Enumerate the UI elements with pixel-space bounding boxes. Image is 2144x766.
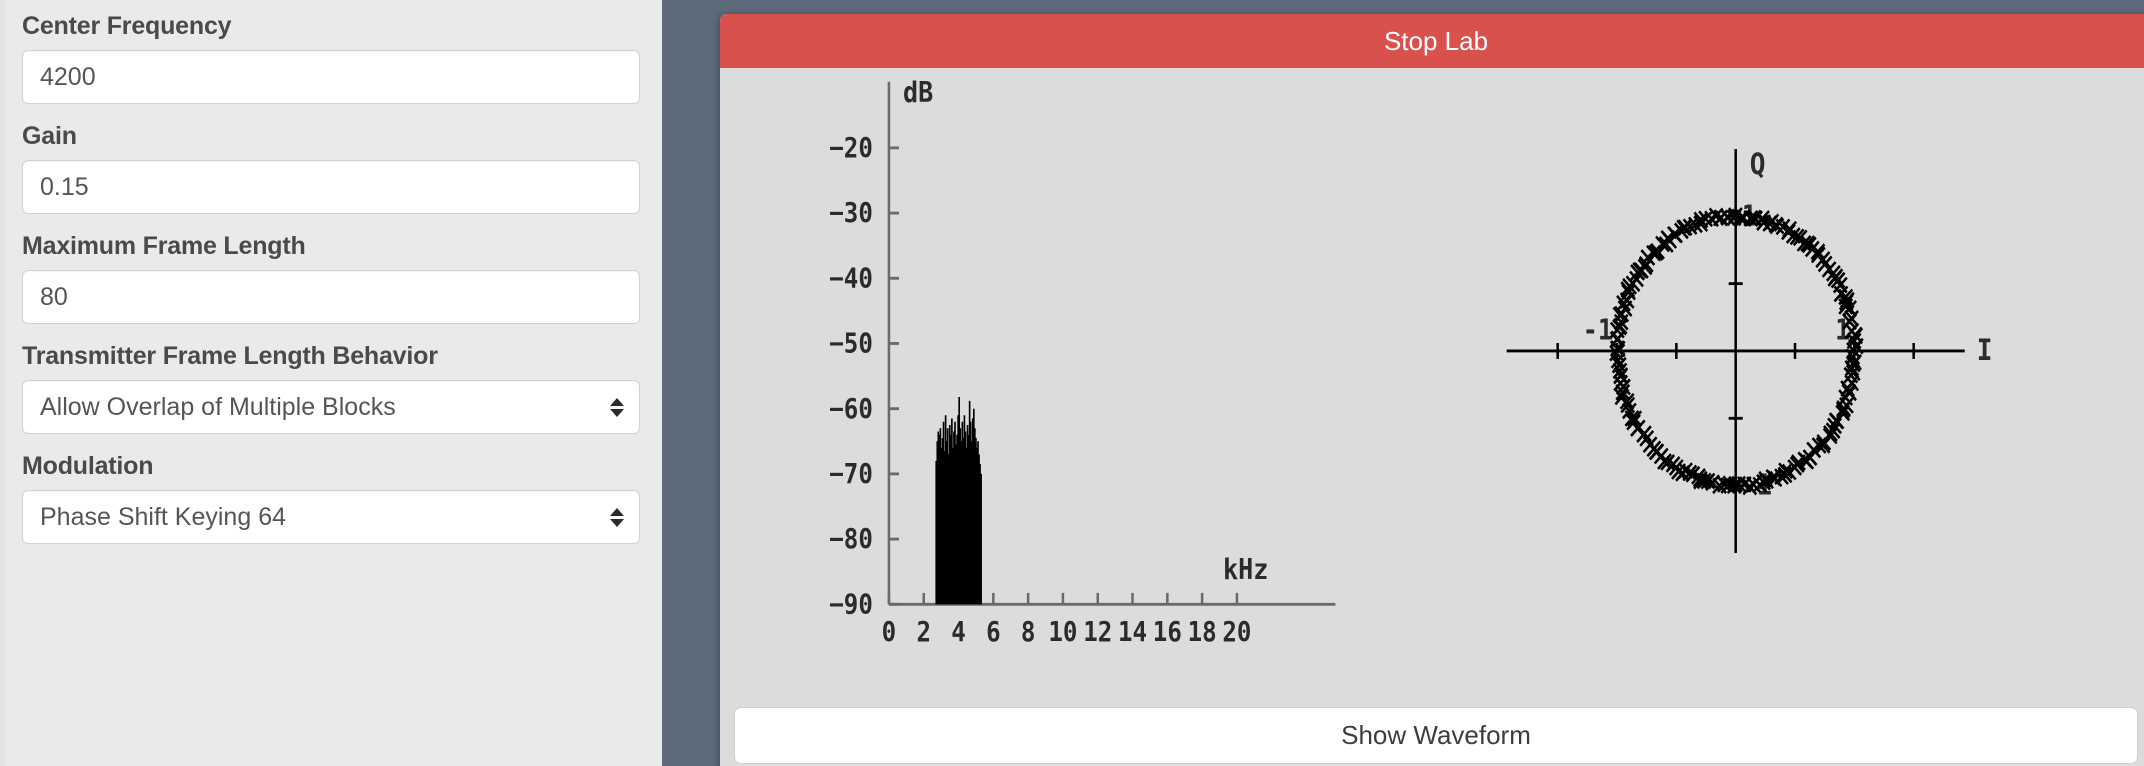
modulation-select[interactable]: Phase Shift Keying 64	[22, 490, 640, 544]
x-tick-label: 2	[916, 616, 931, 648]
stop-lab-label: Stop Lab	[1383, 25, 1489, 56]
sidebar-left-edge	[0, 0, 5, 766]
y-tick-label: −40	[829, 263, 873, 295]
select-stepper-icon-2	[610, 502, 624, 532]
x-tick-label: 20	[1222, 616, 1251, 648]
x-tick-label: 10	[1048, 616, 1077, 648]
gain-input[interactable]	[22, 160, 640, 214]
spectrum-body	[935, 483, 982, 605]
settings-sidebar: Center Frequency Gain Maximum Frame Leng…	[0, 0, 662, 766]
field-gain: Gain	[22, 110, 640, 214]
y-tick-label: −50	[829, 328, 873, 360]
select-stepper-icon	[610, 392, 624, 422]
x-tick-label: 12	[1083, 616, 1112, 648]
field-maximum-frame-length: Maximum Frame Length	[22, 220, 640, 324]
panel-footer: Show Waveform	[720, 707, 2144, 766]
chevron-down-icon-2	[610, 518, 624, 527]
y-tick-label: −90	[829, 589, 873, 621]
x-tick-label: 4	[951, 616, 966, 648]
x-tick-label: 18	[1188, 616, 1217, 648]
x-tick-label: 16	[1153, 616, 1182, 648]
field-label-maximum-frame-length: Maximum Frame Length	[22, 232, 306, 260]
x-tick-label: 14	[1118, 616, 1147, 648]
maximum-frame-length-input[interactable]	[22, 270, 640, 324]
field-center-frequency: Center Frequency	[22, 0, 640, 104]
y-tick-label: −70	[829, 459, 873, 491]
field-label-modulation: Modulation	[22, 452, 154, 480]
chevron-up-icon	[610, 397, 624, 406]
y-axis-label: dB	[903, 77, 933, 110]
x-tick-label: 6	[986, 616, 1001, 648]
lab-panel: Stop Lab −20 −30 −40 −50 −60 −70 −80 −90 0 2 4 6 8 10…	[720, 14, 2144, 766]
chevron-up-icon-2	[610, 507, 624, 516]
field-label-gain: Gain	[22, 122, 77, 150]
plots-svg: −20 −30 −40 −50 −60 −70 −80 −90 0 2 4 6 8 10 12 14 16 18 2…	[829, 77, 1993, 648]
stop-lab-button[interactable]: Stop Lab	[720, 14, 2144, 68]
chevron-down-icon	[610, 408, 624, 417]
x-axis-label: kHz	[1223, 554, 1268, 587]
center-frequency-input[interactable]	[22, 50, 640, 104]
axis-value-label: -1	[1583, 314, 1613, 347]
spectrum-chart: −20 −30 −40 −50 −60 −70 −80 −90 0 2 4 6 8 10 12 14 16 18 2…	[829, 77, 1336, 648]
y-tick-label: −30	[829, 198, 873, 230]
main-area: Stop Lab −20 −30 −40 −50 −60 −70 −80 −90 0 2 4 6 8 10…	[662, 0, 2144, 766]
transmitter-frame-length-behavior-value: Allow Overlap of Multiple Blocks	[40, 393, 396, 421]
field-label-center-frequency: Center Frequency	[22, 12, 232, 40]
app-root: Center Frequency Gain Maximum Frame Leng…	[0, 0, 2144, 766]
show-waveform-label: Show Waveform	[1341, 720, 1531, 750]
i-axis-label: I	[1977, 333, 1993, 368]
x-tick-label: 8	[1021, 616, 1036, 648]
field-modulation: Modulation Phase Shift Keying 64	[22, 440, 640, 544]
y-tick-label: −80	[829, 524, 873, 556]
constellation-chart: QI-1 11-1	[1506, 147, 1993, 553]
y-tick-label: −20	[829, 133, 873, 165]
plots-container: −20 −30 −40 −50 −60 −70 −80 −90 0 2 4 6 8 10 12 14 16 18 2…	[720, 68, 2144, 707]
x-tick-label: 0	[882, 616, 897, 648]
transmitter-frame-length-behavior-select[interactable]: Allow Overlap of Multiple Blocks	[22, 380, 640, 434]
show-waveform-button[interactable]: Show Waveform	[734, 707, 2138, 764]
modulation-value: Phase Shift Keying 64	[40, 503, 286, 531]
q-axis-label: Q	[1750, 147, 1766, 182]
field-transmitter-frame-length-behavior: Transmitter Frame Length Behavior Allow …	[22, 330, 640, 434]
field-label-transmitter-frame-length-behavior: Transmitter Frame Length Behavior	[22, 342, 438, 370]
y-tick-label: −60	[829, 393, 873, 425]
